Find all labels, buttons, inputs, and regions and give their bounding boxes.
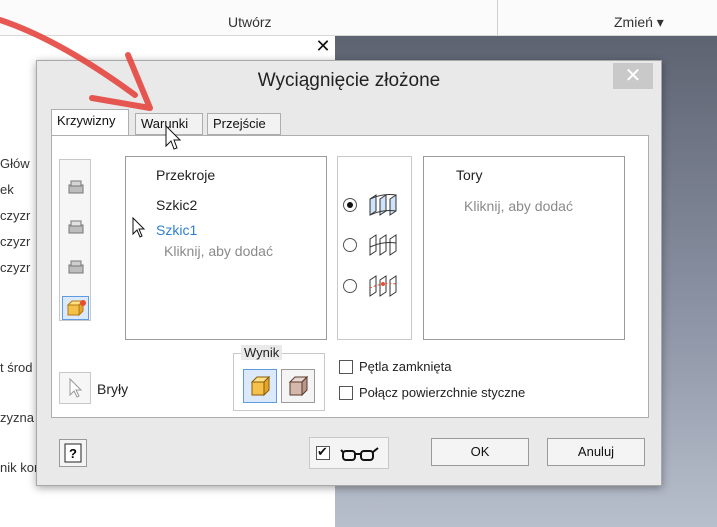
- rails-type-icon: [369, 194, 397, 216]
- rails-header: Tory: [456, 167, 483, 183]
- tab-curves[interactable]: Krzywizny: [51, 109, 129, 136]
- solids-label: Bryły: [97, 381, 129, 397]
- output-surface-button[interactable]: [281, 369, 315, 403]
- rails-radio[interactable]: [343, 198, 357, 212]
- output-solid-button[interactable]: [243, 369, 277, 403]
- area-loft-type-icon: [369, 275, 397, 297]
- browser-item[interactable]: Głów: [0, 156, 30, 171]
- area-loft-radio[interactable]: [343, 279, 357, 293]
- browser-item[interactable]: czyzr: [0, 260, 30, 275]
- solid-icon: [250, 375, 271, 397]
- cancel-button[interactable]: Anuluj: [547, 438, 645, 466]
- browser-item[interactable]: ek: [0, 182, 14, 197]
- loft-type-group: [337, 156, 412, 340]
- ribbon: Utwórz Zmień ▾: [0, 0, 717, 36]
- svg-text:?: ?: [69, 446, 77, 461]
- sections-header: Przekroje: [156, 167, 216, 183]
- tab-conditions[interactable]: Warunki: [135, 113, 203, 135]
- browser-item[interactable]: zyzna: [0, 410, 34, 425]
- cursor-icon: [69, 377, 83, 398]
- browser-item[interactable]: czyzr: [0, 234, 30, 249]
- center-line-type-icon: [369, 234, 397, 256]
- closed-loop-checkbox[interactable]: [339, 360, 353, 374]
- sections-add-hint[interactable]: Kliknij, aby dodać: [164, 243, 273, 259]
- center-line-radio[interactable]: [343, 238, 357, 252]
- output-label: Wynik: [241, 345, 283, 360]
- sections-list[interactable]: Przekroje Szkic2 Szkic1 Kliknij, aby dod…: [125, 156, 327, 340]
- section-item[interactable]: Szkic2: [156, 197, 197, 213]
- model-browser: Głów ek czyzr czyzr czyzr t środ zyzna n…: [0, 120, 41, 480]
- browser-item[interactable]: t środ: [0, 360, 33, 375]
- closed-loop-label: Pętla zamknięta: [359, 359, 452, 374]
- ok-button[interactable]: OK: [431, 438, 529, 466]
- preview-toggle[interactable]: [309, 437, 389, 469]
- browser-item[interactable]: czyzr: [0, 208, 30, 223]
- ribbon-modify-button[interactable]: Zmień ▾: [614, 14, 664, 31]
- close-icon[interactable]: ✕: [613, 63, 653, 89]
- solids-select-button[interactable]: [59, 372, 91, 404]
- rails-select-icon[interactable]: [65, 216, 87, 238]
- help-button[interactable]: ?: [59, 439, 87, 467]
- merge-tangent-label: Połącz powierzchnie styczne: [359, 385, 526, 400]
- selection-tools: [59, 159, 91, 321]
- ribbon-group-create-label: Utwórz: [228, 14, 272, 30]
- loft-dialog: Wyciągnięcie złożone ✕ Krzywizny Warunki…: [36, 60, 662, 486]
- surface-icon: [288, 375, 309, 397]
- output-select-icon[interactable]: [62, 296, 89, 320]
- rails-list[interactable]: Tory Kliknij, aby dodać: [423, 156, 625, 340]
- sections-select-icon[interactable]: [65, 176, 87, 198]
- dialog-title: Wyciągnięcie złożone: [257, 70, 441, 91]
- glasses-icon: [340, 447, 379, 461]
- help-icon: ?: [64, 443, 82, 463]
- merge-tangent-checkbox[interactable]: [339, 386, 353, 400]
- dialog-titlebar[interactable]: Wyciągnięcie złożone ✕: [37, 61, 661, 101]
- centerline-select-icon[interactable]: [65, 256, 87, 278]
- dialog-footer: ? OK Anuluj: [37, 427, 661, 485]
- preview-checkbox[interactable]: [316, 444, 330, 460]
- tab-transition[interactable]: Przejście: [207, 113, 281, 135]
- rails-add-hint[interactable]: Kliknij, aby dodać: [464, 198, 573, 214]
- ribbon-separator: [497, 0, 498, 36]
- panel-close-icon[interactable]: ✕: [312, 36, 334, 56]
- section-item-selected[interactable]: Szkic1: [156, 222, 197, 238]
